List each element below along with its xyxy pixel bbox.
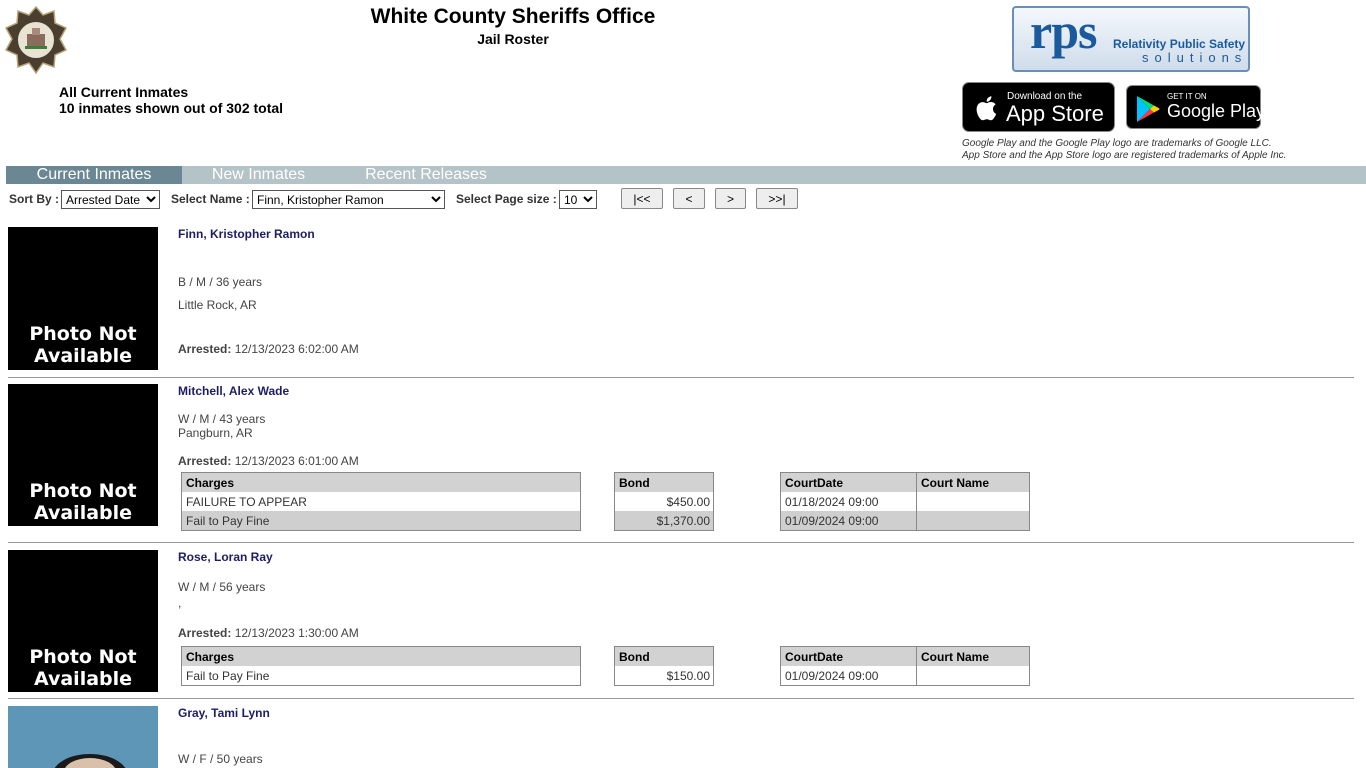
inmate-name[interactable]: Mitchell, Alex Wade <box>178 384 289 398</box>
sort-by-select[interactable]: Arrested Date <box>61 190 160 209</box>
inmate-arrested: Arrested: 12/13/2023 6:01:00 AM <box>178 454 359 468</box>
arrested-date: 12/13/2023 6:01:00 AM <box>234 454 359 468</box>
charges-header: Charges <box>181 646 581 666</box>
row-divider <box>8 542 1354 543</box>
tab-new-inmates[interactable]: New Inmates <box>182 166 335 184</box>
tab-bar: Current Inmates New Inmates Recent Relea… <box>6 166 1366 184</box>
inmate-arrested: Arrested: 12/13/2023 1:30:00 AM <box>178 626 359 640</box>
page-subtitle: Jail Roster <box>477 31 549 47</box>
bond-header: Bond <box>614 472 714 492</box>
court-name-cell <box>917 666 1030 686</box>
inmate-city: Little Rock, AR <box>178 298 257 312</box>
tab-current-inmates[interactable]: Current Inmates <box>6 166 182 184</box>
select-name-label: Select Name : <box>171 192 250 206</box>
charge-cell: Fail to Pay Fine <box>186 668 270 683</box>
select-name-select[interactable]: Finn, Kristopher Ramon <box>252 190 445 209</box>
inmate-name[interactable]: Rose, Loran Ray <box>178 550 273 564</box>
court-date-cell: 01/09/2024 09:00 <box>780 511 917 531</box>
apple-trademark-notice: App Store and the App Store logo are reg… <box>962 150 1287 161</box>
inmate-name[interactable]: Finn, Kristopher Ramon <box>178 227 315 241</box>
inmate-photo-image <box>8 706 158 768</box>
inmate-photo-placeholder[interactable]: Photo Not Available <box>8 384 158 526</box>
photo-placeholder-line1: Photo Not <box>29 480 137 502</box>
court-name-header: Court Name <box>916 646 1030 666</box>
rps-logo-line1: Relativity Public Safety <box>1113 37 1246 51</box>
photo-placeholder-line1: Photo Not <box>29 323 137 345</box>
page-size-select[interactable]: 10 <box>559 190 597 209</box>
inmate-photo-placeholder[interactable]: Photo Not Available <box>8 550 158 692</box>
inmate-photo[interactable] <box>8 706 158 768</box>
row-divider <box>8 698 1354 699</box>
inmate-photo-placeholder[interactable]: Photo Not Available <box>8 227 158 370</box>
sort-by-label: Sort By : <box>9 192 60 206</box>
summary-count: 10 inmates shown out of 302 total <box>59 100 284 116</box>
google-trademark-notice: Google Play and the Google Play logo are… <box>962 138 1272 149</box>
bond-cell: $450.00 <box>666 494 710 509</box>
charge-cell: FAILURE TO APPEAR <box>186 494 307 509</box>
court-date-header: CourtDate <box>780 472 917 492</box>
arrested-date: 12/13/2023 6:02:00 AM <box>234 342 359 356</box>
photo-placeholder-line1: Photo Not <box>29 646 137 668</box>
app-store-badge[interactable]: Download on the App Store <box>962 82 1115 132</box>
first-page-button[interactable]: |<< <box>621 188 663 209</box>
photo-placeholder-line2: Available <box>33 668 133 690</box>
row-divider <box>8 377 1354 378</box>
court-name-header: Court Name <box>916 472 1030 492</box>
apple-icon <box>976 96 997 121</box>
arrested-label: Arrested: <box>178 342 232 356</box>
bond-header: Bond <box>614 646 714 666</box>
charges-table: Charges Fail to Pay Fine <box>181 646 581 686</box>
court-name-cell <box>916 511 1030 531</box>
charges-table: Charges FAILURE TO APPEAR Fail to Pay Fi… <box>181 472 581 531</box>
charges-header: Charges <box>181 472 581 492</box>
court-date-header: CourtDate <box>780 646 917 666</box>
inmate-demographics: B / M / 36 years <box>178 275 263 289</box>
charge-cell: Fail to Pay Fine <box>181 511 581 531</box>
inmate-arrested: Arrested: 12/13/2023 6:02:00 AM <box>178 342 359 356</box>
court-name-cell <box>917 492 1030 511</box>
arrested-label: Arrested: <box>178 626 232 640</box>
google-play-icon <box>1137 96 1160 122</box>
previous-page-button[interactable]: < <box>673 188 705 209</box>
arrested-date: 12/13/2023 1:30:00 AM <box>234 626 359 640</box>
next-page-button[interactable]: > <box>715 188 746 209</box>
inmate-demographics: W / F / 50 years <box>178 752 263 766</box>
photo-placeholder-line2: Available <box>33 502 133 524</box>
bond-cell: $150.00 <box>666 668 710 683</box>
google-play-main-text: Google Play <box>1167 101 1266 121</box>
court-table: CourtDate Court Name 01/18/2024 09:00 01/… <box>780 472 1030 531</box>
app-store-main-text: App Store <box>1006 101 1104 126</box>
photo-placeholder-line2: Available <box>33 345 133 367</box>
inmate-city: Pangburn, AR <box>178 426 253 440</box>
tab-recent-releases[interactable]: Recent Releases <box>356 166 496 184</box>
inmate-demographics: W / M / 56 years <box>178 580 266 594</box>
rps-logo-mark: rps <box>1030 6 1097 59</box>
rps-logo[interactable]: rps Relativity Public Safety solutions <box>1012 6 1250 72</box>
court-table: CourtDate Court Name 01/09/2024 09:00 <box>780 646 1030 686</box>
summary-heading: All Current Inmates <box>59 84 189 100</box>
bond-cell: $1,370.00 <box>614 511 714 531</box>
arrested-label: Arrested: <box>178 454 232 468</box>
google-play-small-text: GET IT ON <box>1167 92 1207 101</box>
inmate-demographics: W / M / 43 years <box>178 412 266 426</box>
inmate-city: , <box>178 596 182 610</box>
page-title: White County Sheriffs Office <box>370 5 656 28</box>
rps-logo-line2: solutions <box>1142 50 1248 65</box>
bond-table: Bond $150.00 <box>614 646 714 686</box>
page-size-label: Select Page size : <box>456 192 557 206</box>
inmate-name[interactable]: Gray, Tami Lynn <box>178 706 270 720</box>
bond-table: Bond $450.00 $1,370.00 <box>614 472 714 531</box>
last-page-button[interactable]: >>| <box>756 188 798 209</box>
court-date-cell: 01/18/2024 09:00 <box>780 492 917 511</box>
google-play-badge[interactable]: GET IT ON Google Play <box>1126 85 1265 129</box>
court-date-cell: 01/09/2024 09:00 <box>780 666 917 686</box>
